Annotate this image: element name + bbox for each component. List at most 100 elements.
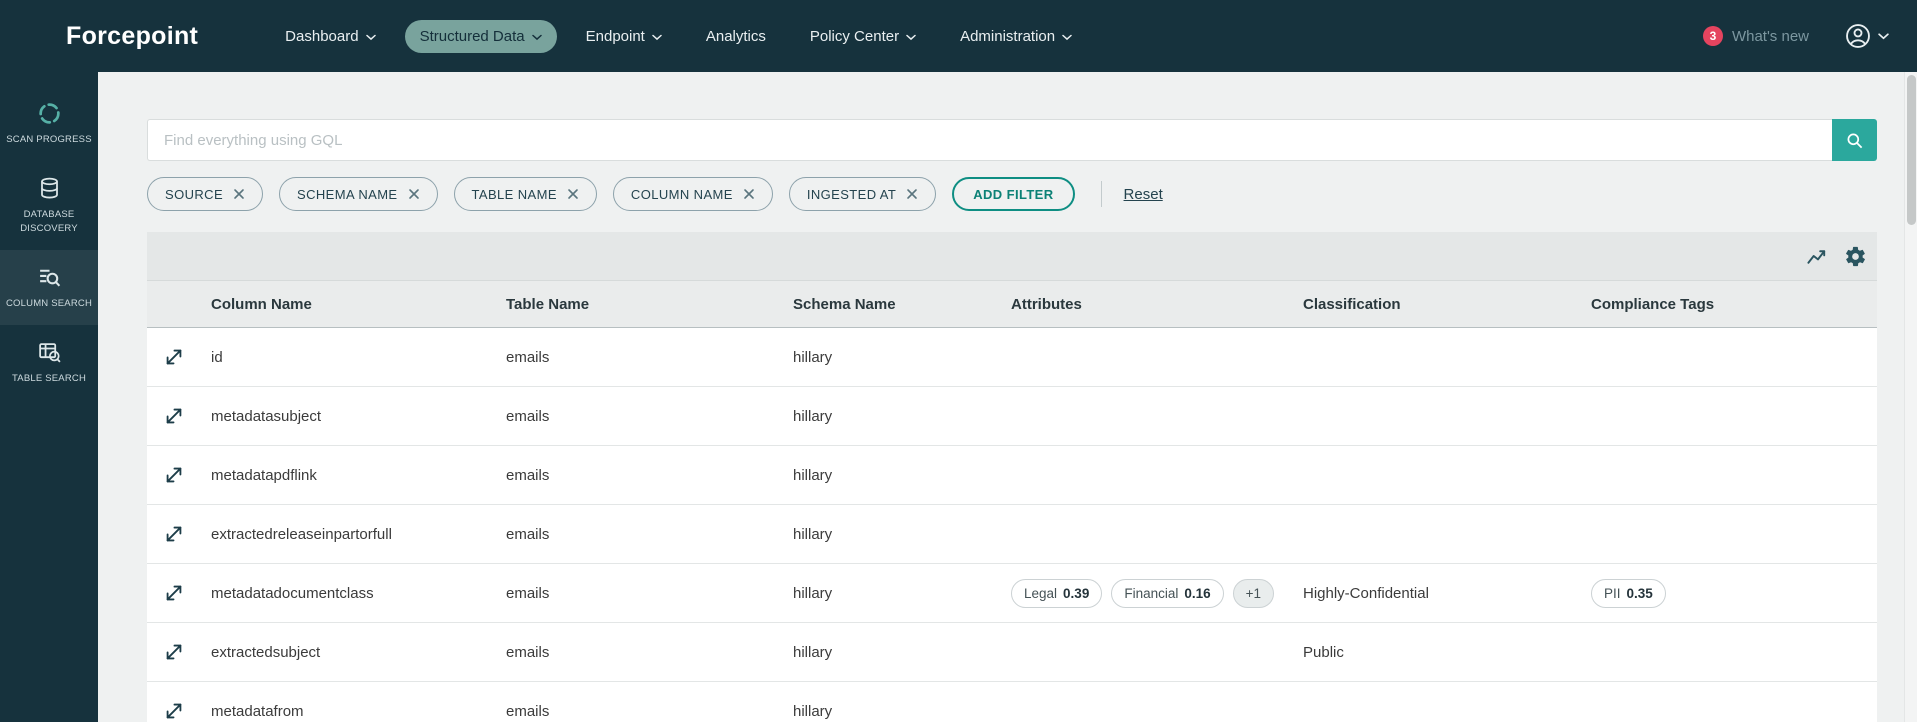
column-header-column-name: Column Name (211, 295, 312, 313)
cell-schema-name: hillary (793, 525, 833, 543)
filter-chips: SOURCE SCHEMA NAME TABLE NAME COLUMN NAME IN… (147, 177, 952, 211)
vertical-scrollbar[interactable] (1904, 72, 1917, 722)
notification-badge[interactable]: 3 (1702, 26, 1723, 46)
cell-column-name: metadatasubject (211, 407, 322, 425)
filter-divider (1100, 181, 1102, 207)
nav-item-administration[interactable]: Administration (945, 20, 1087, 53)
expand-row-button[interactable] (163, 523, 185, 545)
chevron-down-icon (365, 34, 376, 40)
sidebar-item-column-search[interactable]: COLUMN SEARCH (0, 249, 98, 326)
remove-filter-icon[interactable] (567, 188, 579, 200)
cell-compliance-tags: PII 0.35 (1591, 578, 1877, 608)
forcepoint-logo[interactable]: Forcepoint (66, 22, 198, 51)
cell-schema-name: hillary (793, 643, 833, 661)
chevron-down-icon (1878, 32, 1889, 39)
cell-attributes: Legal 0.39 Financial 0.16 +1 (1011, 578, 1303, 608)
cell-table-name: emails (506, 466, 550, 484)
column-search-icon (37, 265, 62, 290)
search-icon (1847, 133, 1863, 148)
remove-filter-icon[interactable] (906, 188, 918, 200)
cell-column-name: extractedreleaseinpartorfull (211, 525, 392, 543)
table-body: id emails hillary metadatasubject emails hill… (147, 328, 1877, 722)
filter-row: SOURCE SCHEMA NAME TABLE NAME COLUMN NAME IN… (147, 177, 1877, 211)
nav-item-label: Structured Data (419, 27, 525, 45)
scan-progress-icon (37, 101, 62, 126)
cell-column-name: metadatafrom (211, 702, 304, 720)
table-row: metadatasubject emails hillary (147, 387, 1877, 446)
navbar-right: 3 What's new (1702, 22, 1889, 50)
remove-filter-icon[interactable] (408, 188, 420, 200)
more-attributes-chip[interactable]: +1 (1232, 578, 1275, 608)
user-menu[interactable] (1844, 22, 1889, 50)
attribute-chip: Financial 0.16 (1111, 578, 1224, 608)
cell-schema-name: hillary (793, 584, 833, 602)
expand-row-button[interactable] (163, 346, 185, 368)
column-header-table-name: Table Name (506, 295, 590, 313)
results-table: Column Name Table Name Schema Name Attribut… (147, 232, 1877, 722)
nav-item-label: Policy Center (809, 27, 900, 45)
expand-row-button[interactable] (163, 464, 185, 486)
column-header-classification: Classification (1303, 295, 1401, 313)
trend-chart-icon[interactable] (1806, 245, 1829, 268)
cell-column-name: id (211, 348, 223, 366)
expand-row-button[interactable] (163, 641, 185, 663)
cell-classification: Highly-Confidential (1303, 584, 1429, 602)
cell-table-name: emails (506, 702, 550, 720)
nav-item-structured-data[interactable]: Structured Data (404, 19, 557, 53)
table-row: extractedsubject emails hillary Public (147, 623, 1877, 682)
nav-item-label: Endpoint (585, 27, 645, 45)
column-header-schema-name: Schema Name (793, 295, 896, 313)
search-bar (147, 119, 1877, 161)
nav-item-policy-center[interactable]: Policy Center (795, 20, 931, 53)
sidebar-item-label: DATABASE DISCOVERY (20, 209, 78, 234)
cell-schema-name: hillary (793, 348, 833, 366)
main-content: SOURCE SCHEMA NAME TABLE NAME COLUMN NAME IN… (98, 72, 1917, 722)
nav-item-dashboard[interactable]: Dashboard (270, 20, 390, 53)
sidebar-item-label: TABLE SEARCH (11, 373, 87, 385)
cell-table-name: emails (506, 348, 550, 366)
add-filter-button[interactable]: ADD FILTER (952, 177, 1075, 211)
sidebar-item-database-discovery[interactable]: DATABASE DISCOVERY (0, 161, 98, 250)
search-input[interactable] (147, 119, 1832, 161)
filter-chip-source[interactable]: SOURCE (147, 177, 264, 211)
search-button[interactable] (1832, 119, 1877, 161)
filter-chip-column-name[interactable]: COLUMN NAME (612, 177, 773, 211)
reset-filters-link[interactable]: Reset (1124, 186, 1163, 203)
chevron-down-icon (652, 34, 662, 40)
nav-item-label: Dashboard (285, 27, 359, 45)
sidebar: SCAN PROGRESS DATABASE DISCOVERY COLUMN SE… (0, 72, 98, 722)
filter-chip-table-name[interactable]: TABLE NAME (453, 177, 597, 211)
cell-column-name: extractedsubject (211, 643, 321, 661)
attribute-chip: Legal 0.39 (1011, 578, 1103, 608)
filter-chip-label: COLUMN NAME (630, 186, 733, 202)
column-header-attributes: Attributes (1011, 295, 1082, 313)
table-settings-gear-icon[interactable] (1844, 245, 1867, 268)
filter-chip-label: TABLE NAME (471, 186, 557, 202)
expand-row-button[interactable] (163, 405, 185, 427)
whats-new-link[interactable]: What's new (1732, 28, 1809, 45)
cell-classification: Public (1303, 643, 1344, 661)
table-row: metadatapdflink emails hillary (147, 446, 1877, 505)
remove-filter-icon[interactable] (233, 188, 245, 200)
cell-schema-name: hillary (793, 466, 833, 484)
nav-item-analytics[interactable]: Analytics (691, 20, 781, 53)
chevron-down-icon (1062, 34, 1072, 40)
expand-row-button[interactable] (163, 700, 185, 722)
nav-item-endpoint[interactable]: Endpoint (571, 20, 677, 53)
sidebar-item-scan-progress[interactable]: SCAN PROGRESS (0, 86, 98, 161)
top-navbar: Forcepoint Dashboard Structured Data Endpo… (0, 0, 1917, 72)
table-toolbar (147, 232, 1877, 281)
filter-chip-schema-name[interactable]: SCHEMA NAME (279, 177, 438, 211)
cell-table-name: emails (506, 525, 550, 543)
filter-chip-label: SOURCE (165, 186, 224, 202)
user-account-icon (1846, 24, 1870, 48)
remove-filter-icon[interactable] (743, 188, 755, 200)
table-row: extractedreleaseinpartorfull emails hillar… (147, 505, 1877, 564)
sidebar-item-table-search[interactable]: TABLE SEARCH (0, 325, 98, 400)
table-row: metadatafrom emails hillary (147, 682, 1877, 722)
filter-chip-ingested-at[interactable]: INGESTED AT (788, 177, 937, 211)
expand-row-button[interactable] (163, 582, 185, 604)
filter-chip-label: SCHEMA NAME (297, 186, 398, 202)
scrollbar-thumb[interactable] (1907, 75, 1916, 225)
cell-column-name: metadatadocumentclass (211, 584, 374, 602)
